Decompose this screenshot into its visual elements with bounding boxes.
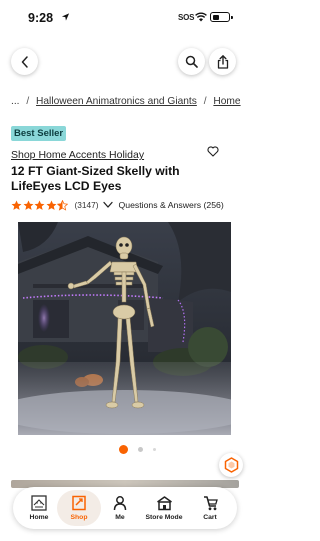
nav-label-cart: Cart [203,514,217,521]
wifi-icon [195,12,207,22]
nav-item-shop[interactable]: Shop [61,487,97,529]
nav-item-me[interactable]: Me [105,487,135,529]
hexagon-icon [224,457,238,473]
user-icon [113,496,127,511]
star-full-icon [46,200,56,210]
carousel-dot[interactable] [138,446,143,452]
breadcrumb: ... / Halloween Animatronics and Giants … [11,96,241,107]
battery-icon [210,12,233,22]
product-title: 12 FT Giant-Sized Skelly with LifeEyes L… [11,164,180,193]
star-full-icon [11,200,22,210]
status-bar: 9:28 SOS [0,0,250,34]
chevron-left-icon [21,55,28,68]
bottom-nav: Home Shop Me Store Mode Cart [13,487,237,529]
nav-label-store-mode: Store Mode [145,514,183,521]
product-image[interactable] [18,222,231,435]
brand-link[interactable]: Shop Home Accents Holiday [11,149,144,161]
carousel-dot-active[interactable] [119,444,128,454]
cart-icon [203,496,218,511]
star-full-icon [23,200,33,210]
shop-icon [72,495,86,511]
home-depot-logo-icon [31,495,47,511]
search-button[interactable] [178,48,205,75]
share-icon [217,54,228,69]
breadcrumb-separator: / [203,96,207,107]
review-count[interactable]: (3147) [75,200,99,210]
nav-label-home: Home [29,514,49,521]
chevron-down-icon[interactable] [103,201,114,209]
favorite-heart-icon[interactable] [207,146,219,157]
breadcrumb-item-halloween-animatronics[interactable]: Halloween Animatronics and Giants [36,96,197,107]
nav-item-store-mode[interactable]: Store Mode [143,487,185,529]
status-sos: SOS [178,13,195,22]
status-time: 9:28 [28,11,54,25]
star-full-icon [34,200,45,210]
breadcrumb-separator: / [26,96,30,107]
share-button[interactable] [209,48,236,75]
floating-hex-button[interactable] [219,453,243,477]
back-button[interactable] [11,48,38,75]
search-icon [185,55,198,68]
nav-label-me: Me [115,514,125,521]
nav-item-home[interactable]: Home [21,487,57,529]
star-rating [11,199,69,211]
location-arrow-icon [61,13,70,21]
carousel-pagination [119,444,156,454]
questions-answers-link[interactable]: Questions & Answers (256) [118,200,223,210]
carousel-dot[interactable] [153,447,156,451]
breadcrumb-ellipsis[interactable]: ... [11,96,20,107]
star-half-icon [57,199,68,211]
rating-row[interactable]: (3147) Questions & Answers (256) [11,199,224,211]
nav-label-shop: Shop [70,514,88,521]
breadcrumb-item-home[interactable]: Home [213,96,240,107]
best-seller-badge: Best Seller [11,126,67,141]
store-icon [156,496,172,511]
nav-item-cart[interactable]: Cart [195,487,225,529]
skeleton-scene-image [18,222,231,435]
